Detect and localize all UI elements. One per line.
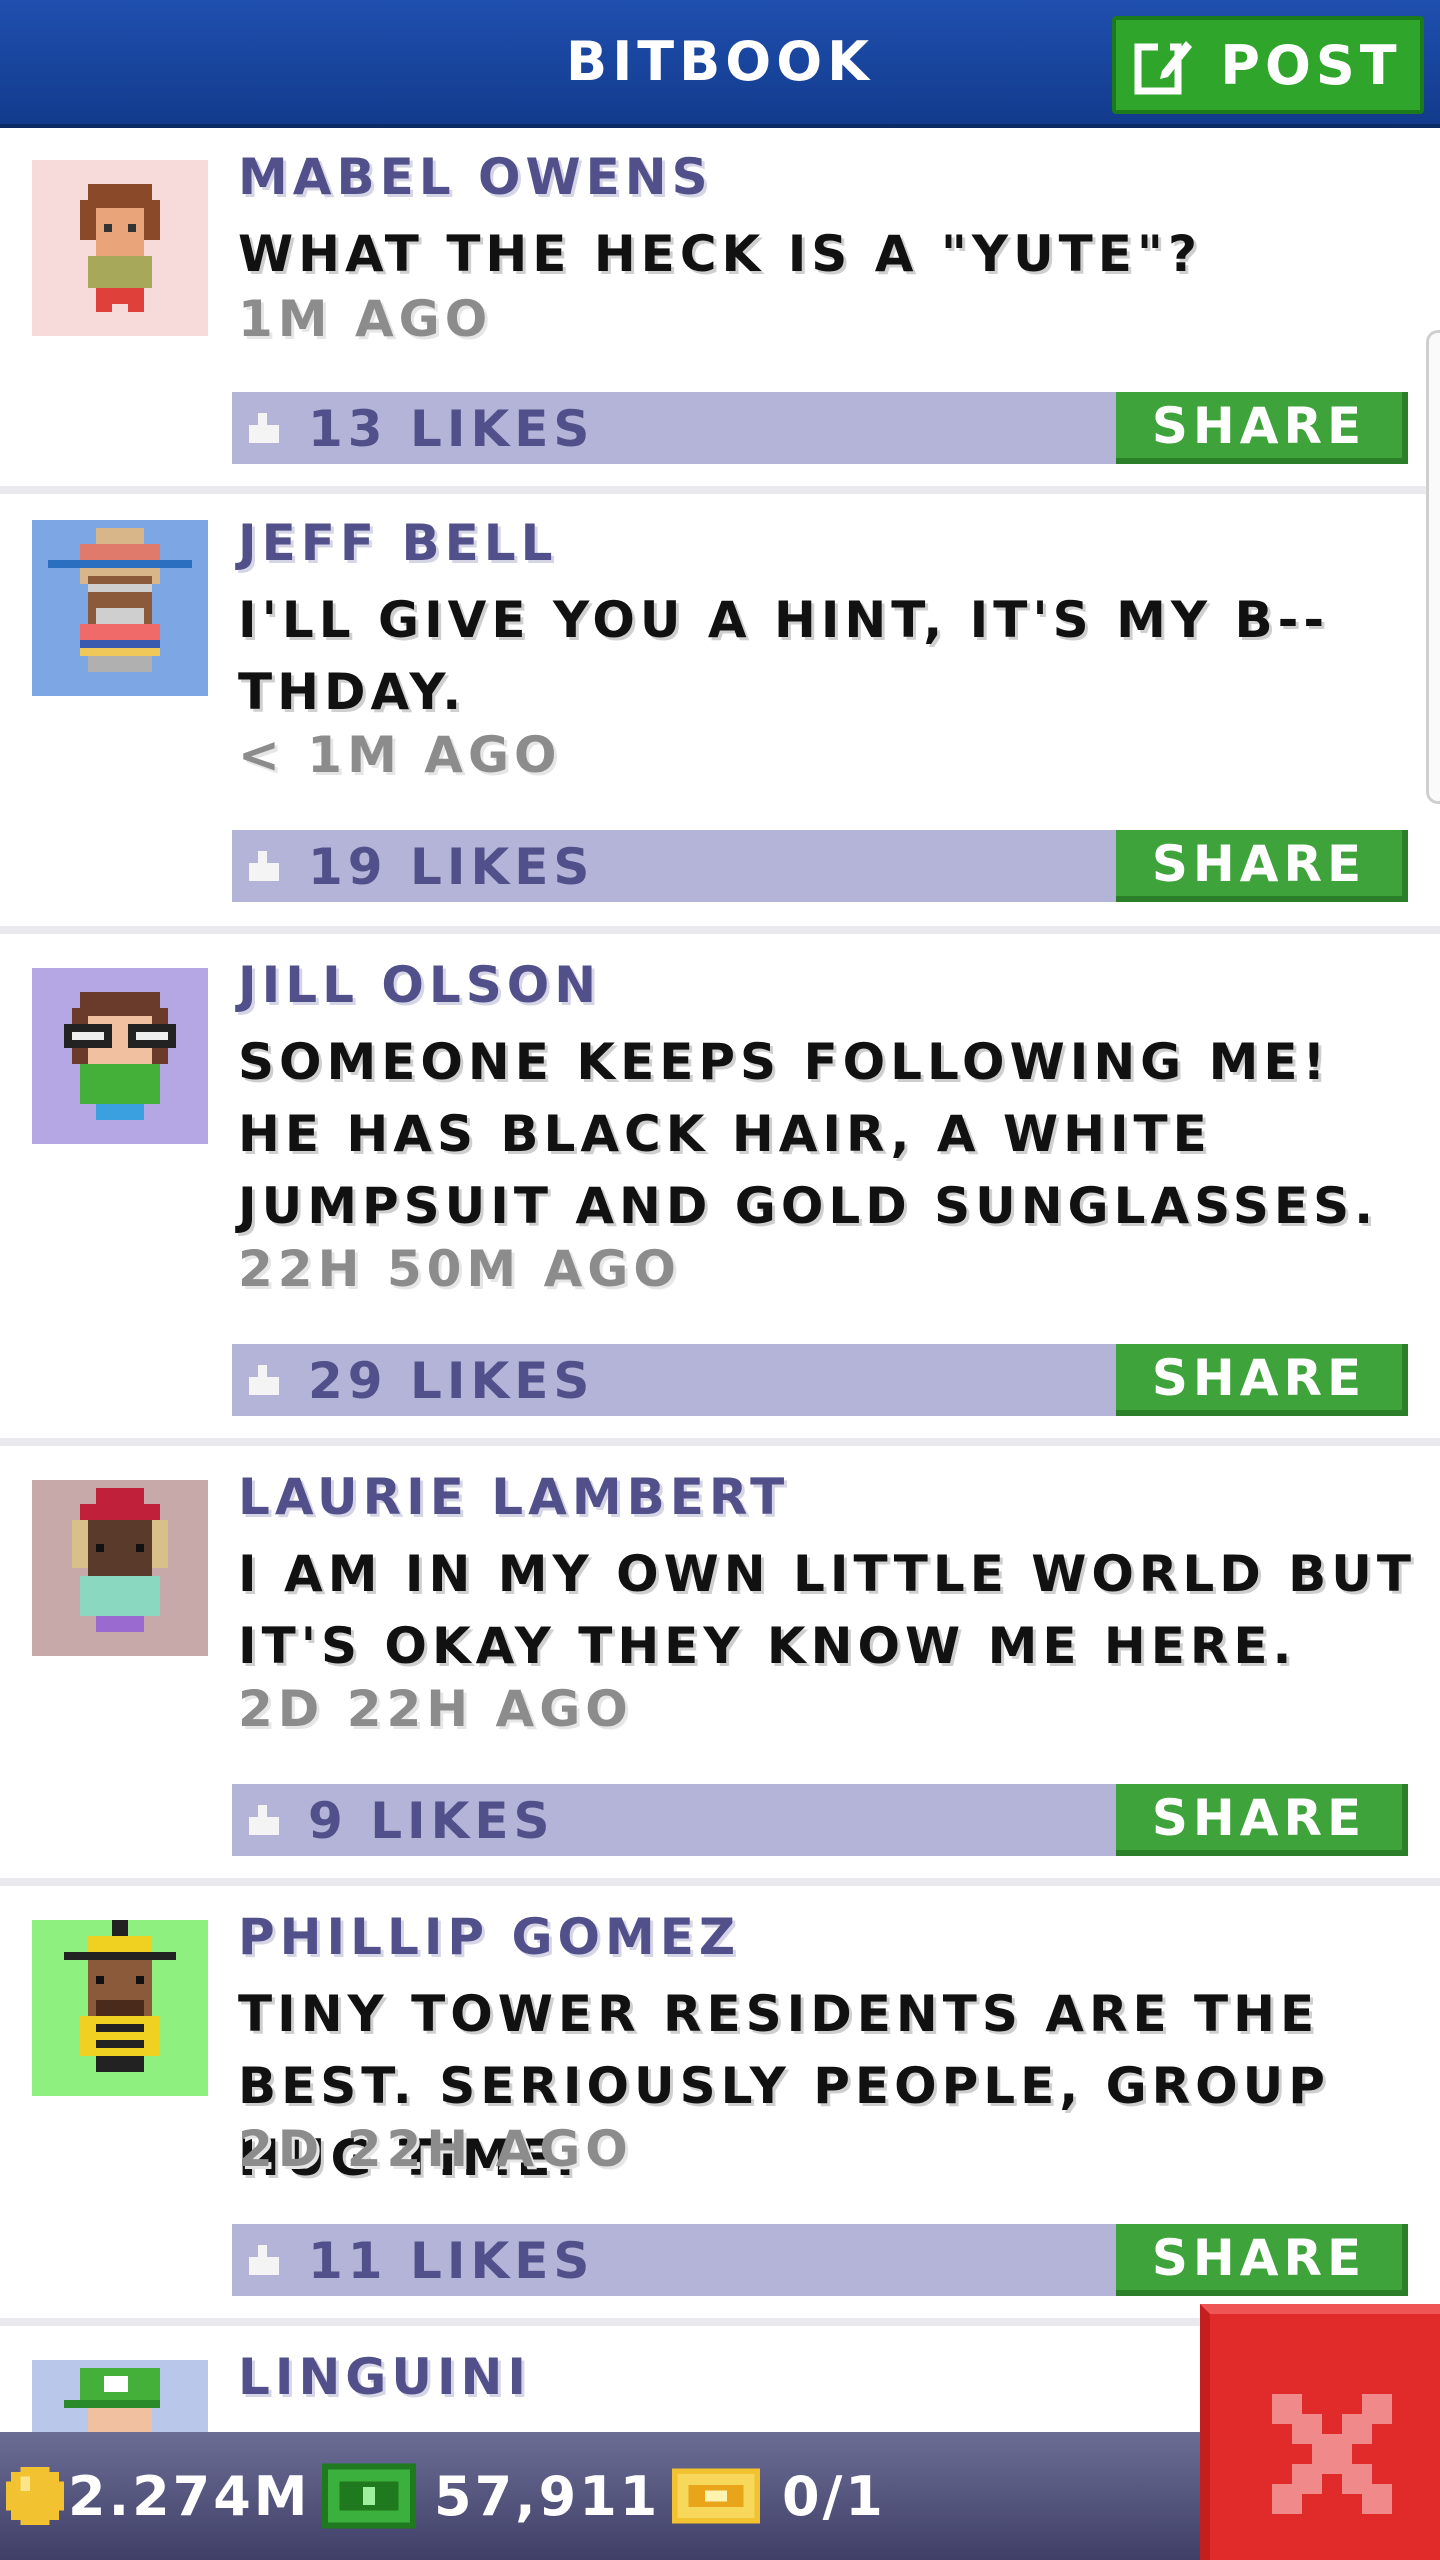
top-bar: BITBOOK POST — [0, 0, 1440, 128]
share-button[interactable]: SHARE — [1116, 830, 1408, 902]
avatar[interactable] — [32, 520, 208, 696]
like-bar[interactable]: 11 LIKES SHARE — [232, 2224, 1408, 2296]
coins-value: 2.274M — [68, 2464, 311, 2528]
close-icon — [1272, 2394, 1392, 2514]
post-button[interactable]: POST — [1112, 16, 1424, 114]
avatar[interactable] — [32, 1920, 208, 2096]
share-button[interactable]: SHARE — [1116, 1344, 1408, 1416]
thumbs-up-icon — [249, 1365, 279, 1395]
post-time: 1M AGO — [238, 290, 493, 348]
share-button[interactable]: SHARE — [1116, 1784, 1408, 1856]
post-time: 2D 22H AGO — [238, 2120, 633, 2178]
share-button[interactable]: SHARE — [1116, 2224, 1408, 2296]
post-author[interactable]: PHILLIP GOMEZ — [238, 1908, 740, 1966]
post-author[interactable]: LINGUINI — [238, 2348, 531, 2406]
scrollbar[interactable] — [1426, 330, 1440, 804]
coin-icon — [6, 2467, 64, 2525]
post-time: < 1M AGO — [238, 726, 562, 784]
avatar-jeff-icon — [32, 520, 208, 696]
thumbs-up-icon — [249, 1805, 279, 1835]
close-button[interactable] — [1200, 2304, 1440, 2560]
post-author[interactable]: MABEL OWENS — [238, 148, 713, 206]
avatar[interactable] — [32, 1480, 208, 1656]
post-author[interactable]: LAURIE LAMBERT — [238, 1468, 789, 1526]
post-author[interactable]: JEFF BELL — [238, 514, 557, 572]
like-count: 29 LIKES — [308, 1352, 595, 1410]
thumbs-up-icon — [249, 413, 279, 443]
post-message: I AM IN MY OWN LITTLE WORLD BUT IT'S OKA… — [238, 1545, 1416, 1675]
post-button-label: POST — [1220, 33, 1402, 97]
post-author[interactable]: JILL OLSON — [238, 956, 601, 1014]
avatar-mabel-icon — [32, 160, 208, 336]
avatar-phillip-icon — [32, 1920, 208, 2096]
like-bar[interactable]: 19 LIKES SHARE — [232, 830, 1408, 902]
bux-counter: 57,911 — [322, 2432, 660, 2560]
feed-post: LAURIE LAMBERT I AM IN MY OWN LITTLE WOR… — [0, 1446, 1440, 1886]
avatar-jill-icon — [32, 968, 208, 1144]
thumbs-up-icon — [249, 851, 279, 881]
feed-post: JEFF BELL I'LL GIVE YOU A HINT, IT'S MY … — [0, 494, 1440, 934]
coins-counter: 2.274M — [6, 2432, 311, 2560]
like-bar[interactable]: 13 LIKES SHARE — [232, 392, 1408, 464]
post-time: 2D 22H AGO — [238, 1680, 633, 1738]
tickets-counter: 0/1 — [672, 2432, 886, 2560]
bux-value: 57,911 — [434, 2464, 661, 2528]
like-count: 19 LIKES — [308, 838, 595, 896]
like-count: 11 LIKES — [308, 2232, 595, 2290]
like-bar[interactable]: 29 LIKES SHARE — [232, 1344, 1408, 1416]
share-button[interactable]: SHARE — [1116, 392, 1408, 464]
post-message: WHAT THE HECK IS A "YUTE"? — [238, 225, 1202, 283]
post-message: SOMEONE KEEPS FOLLOWING ME! HE HAS BLACK… — [238, 1033, 1379, 1235]
like-count: 13 LIKES — [308, 400, 595, 458]
avatar[interactable] — [32, 160, 208, 336]
ticket-icon — [672, 2468, 760, 2524]
post-time: 22H 50M AGO — [238, 1240, 681, 1298]
like-bar[interactable]: 9 LIKES SHARE — [232, 1784, 1408, 1856]
thumbs-up-icon — [249, 2245, 279, 2275]
like-count: 9 LIKES — [308, 1792, 555, 1850]
tickets-value: 0/1 — [782, 2464, 886, 2528]
avatar[interactable] — [32, 968, 208, 1144]
feed-post: MABEL OWENS WHAT THE HECK IS A "YUTE"? 1… — [0, 132, 1440, 494]
post-message: I'LL GIVE YOU A HINT, IT'S MY B--THDAY. — [238, 591, 1330, 721]
avatar-laurie-icon — [32, 1480, 208, 1656]
feed-post: JILL OLSON SOMEONE KEEPS FOLLOWING ME! H… — [0, 934, 1440, 1446]
bux-icon — [322, 2463, 416, 2529]
feed-post: PHILLIP GOMEZ TINY TOWER RESIDENTS ARE T… — [0, 1886, 1440, 2326]
compose-icon — [1134, 39, 1193, 95]
